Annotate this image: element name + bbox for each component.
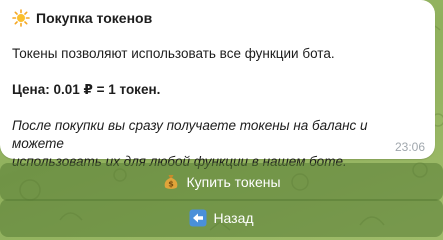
message-timestamp: 23:06 — [394, 140, 425, 154]
back-arrow-icon — [189, 209, 207, 227]
message-title: Покупка токенов — [12, 9, 423, 27]
price-text: Цена: 0.01 ₽ = 1 токен. — [12, 82, 161, 97]
buy-tokens-label: Купить токены — [186, 174, 281, 190]
sun-icon — [12, 9, 30, 27]
back-button[interactable]: Назад — [0, 199, 443, 237]
note-line-1: После покупки вы сразу получаете токены … — [12, 118, 368, 151]
message-bubble: Покупка токенов Токены позволяют использ… — [0, 0, 435, 169]
message-text-line: Токены позволяют использовать все функци… — [12, 46, 335, 61]
message-title-text: Покупка токенов — [36, 10, 153, 26]
buy-tokens-button[interactable]: $ Купить токены — [0, 163, 443, 201]
back-label: Назад — [213, 210, 254, 226]
svg-text:$: $ — [169, 180, 175, 189]
money-bag-icon: $ — [165, 175, 178, 189]
